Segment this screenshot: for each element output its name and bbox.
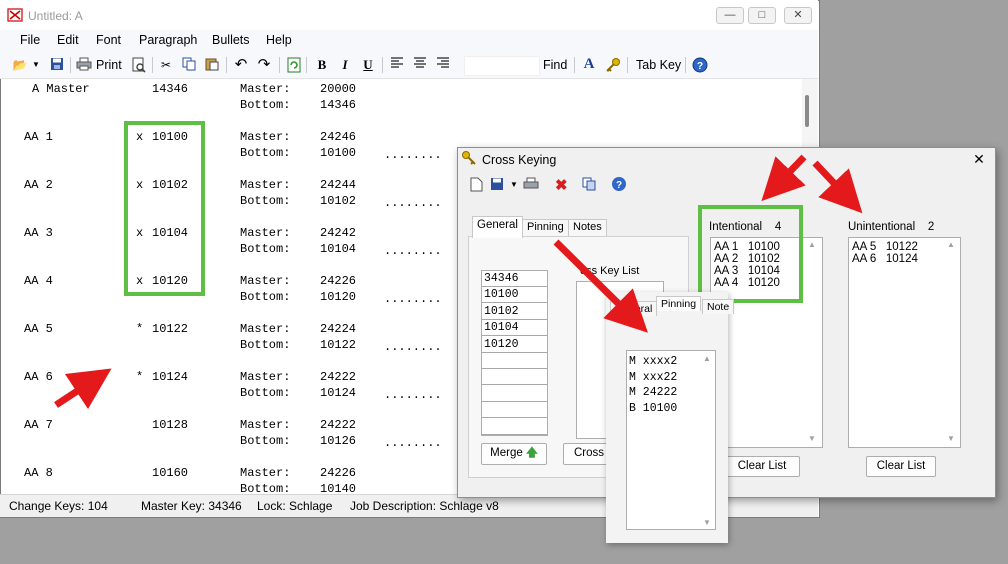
arrow-to-aa6 (54, 368, 112, 410)
arrow-to-unintentional (812, 160, 863, 214)
arrow-to-intentional (761, 154, 807, 202)
arrow-to-pinning (553, 239, 648, 333)
annotation-arrows (54, 154, 863, 410)
